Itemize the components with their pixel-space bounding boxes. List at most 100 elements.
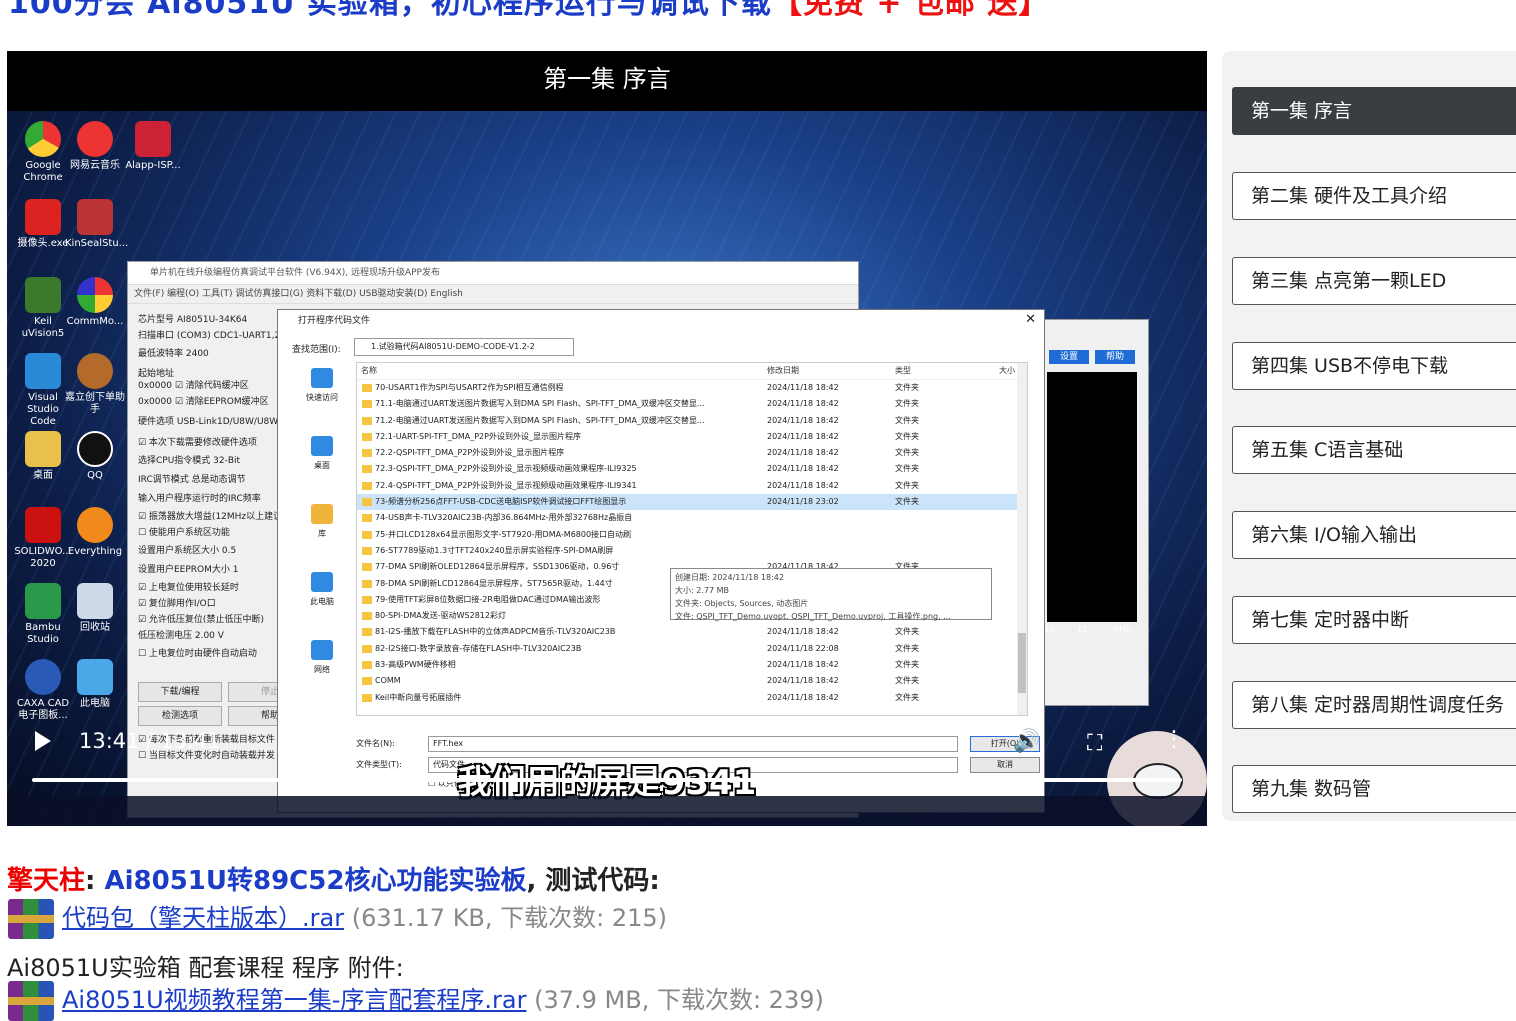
scope-help-button[interactable]: 帮助 bbox=[1095, 350, 1135, 364]
desktop-icon-label: 回收站 bbox=[80, 622, 110, 633]
file-date: 2024/11/18 18:42 bbox=[767, 480, 839, 490]
windows-taskbar bbox=[7, 796, 1207, 826]
place-this-pc[interactable]: 此电脑 bbox=[292, 572, 352, 640]
file-list: 名称 修改日期 类型 大小 70-USART1作为SPI与USART2作为SPI… bbox=[356, 362, 1028, 716]
file-row[interactable]: 73-频谱分析256点FFT-USB-CDC送电脑ISP软件调试接口FFT绘图显… bbox=[357, 494, 1027, 511]
axis-tick: 11 bbox=[1077, 625, 1088, 634]
isp-row: ☑ 允许低压复位(禁止低压中断) bbox=[138, 615, 264, 625]
file-row[interactable]: COMM 2024/11/18 18:42 文件夹 bbox=[357, 673, 1027, 689]
desktop-icon-netease-music: 网易云音乐 bbox=[65, 121, 125, 172]
file-row[interactable]: 72.3-QSPI-TFT_DMA_P2P外设到外设_显示视频级动画效果程序-I… bbox=[357, 461, 1027, 477]
board-link[interactable]: Ai8051U转89C52核心功能实验板 bbox=[104, 866, 526, 896]
file-name: 75-并口LCD128x64显示图形文字-ST7920-用DMA-M6800接口… bbox=[375, 529, 632, 539]
folder-icon bbox=[362, 400, 372, 409]
episode-item[interactable]: 第六集 I/O输入输出 bbox=[1232, 511, 1516, 559]
progress-bar[interactable] bbox=[32, 778, 1182, 782]
fullscreen-icon[interactable]: ⛶ bbox=[1087, 731, 1102, 756]
episode-item[interactable]: 第九集 数码管 bbox=[1232, 765, 1516, 813]
column-size[interactable]: 大小 bbox=[999, 363, 1015, 379]
file-row[interactable]: 74-USB声卡-TLV320AIC23B-内部36.864MHz-用外部327… bbox=[357, 510, 1027, 526]
file-name: 71.1-电脑通过UART发送图片数据写入到DMA SPI Flash、SPI-… bbox=[375, 399, 705, 409]
axis-unit: (KHz) bbox=[1111, 625, 1133, 634]
place-network[interactable]: 网络 bbox=[292, 640, 352, 708]
folder-icon bbox=[362, 546, 372, 555]
scrollbar-thumb[interactable] bbox=[1018, 633, 1026, 693]
file-row[interactable]: 72.1-UART-SPI-TFT_DMA_P2P外设到外设_显示图片程序 202… bbox=[357, 429, 1027, 445]
attachment-2-link[interactable]: Ai8051U视频教程第一集-序言配套程序.rar bbox=[62, 986, 526, 1014]
file-type: 文件夹 bbox=[895, 660, 919, 670]
volume-icon[interactable]: 🔊 bbox=[1013, 729, 1040, 754]
more-options-icon[interactable]: ⋮ bbox=[1163, 727, 1185, 752]
desktop-icon-label: Keil uVision5 bbox=[21, 316, 65, 339]
file-name: 72.4-QSPI-TFT_DMA_P2P外设到外设_显示视频级动画效果程序-I… bbox=[375, 480, 637, 490]
file-row[interactable]: 83-高级PWM硬件移相 2024/11/18 18:42 文件夹 bbox=[357, 657, 1027, 673]
file-type: 文件夹 bbox=[895, 497, 919, 507]
desktop-icon-solidworks: SOLIDWO... 2020 bbox=[13, 507, 73, 570]
episode-item[interactable]: 第二集 硬件及工具介绍 bbox=[1232, 172, 1516, 220]
settings-button[interactable]: 设置 bbox=[1049, 350, 1089, 364]
column-type[interactable]: 类型 bbox=[895, 363, 911, 379]
video-player[interactable]: 第一集 序言 Google Chrome 网易云音乐 Alapp-ISP... … bbox=[7, 51, 1207, 826]
file-list-scrollbar[interactable] bbox=[1017, 363, 1027, 715]
file-date: 2024/11/18 18:42 bbox=[767, 383, 839, 392]
check-options-button[interactable]: 检测选项 bbox=[138, 706, 222, 726]
isp-row: 最低波特率 2400 bbox=[138, 349, 209, 359]
isp-row: 低压检测电压 2.00 V bbox=[138, 631, 224, 641]
file-date: 2024/11/18 18:42 bbox=[767, 627, 839, 637]
isp-row: ☑ 上电复位使用较长延时 bbox=[138, 583, 239, 593]
desktop-icon-caxa: CAXA CAD 电子图板... bbox=[13, 659, 73, 722]
file-row[interactable]: Keil中断向量号拓展插件 2024/11/18 18:42 文件夹 bbox=[357, 690, 1027, 706]
column-date[interactable]: 修改日期 bbox=[767, 363, 799, 379]
place-desktop[interactable]: 桌面 bbox=[292, 436, 352, 504]
download-button[interactable]: 下载/编程 bbox=[138, 682, 222, 702]
desktop-icon bbox=[311, 436, 333, 456]
episode-item[interactable]: 第三集 点亮第一颗LED bbox=[1232, 257, 1516, 305]
file-name: 72.2-QSPI-TFT_DMA_P2P外设到外设_显示图片程序 bbox=[375, 448, 565, 458]
close-icon[interactable]: ✕ bbox=[1025, 312, 1036, 327]
place-libraries[interactable]: 库 bbox=[292, 504, 352, 572]
spectrum-display bbox=[1047, 372, 1137, 622]
episode-item[interactable]: 第七集 定时器中断 bbox=[1232, 596, 1516, 644]
isp-row: 硬件选项 USB-Link1D/U8W/U8W- bbox=[138, 417, 282, 427]
file-name: 83-高级PWM硬件移相 bbox=[375, 660, 456, 670]
video-frame: Google Chrome 网易云音乐 Alapp-ISP... 摄像头.exe… bbox=[7, 111, 1207, 826]
episode-item[interactable]: 第一集 序言 bbox=[1232, 87, 1516, 135]
desktop-icon-label: 此电脑 bbox=[80, 698, 110, 709]
file-type: 文件夹 bbox=[895, 643, 919, 653]
episode-item[interactable]: 第八集 定时器周期性调度任务 bbox=[1232, 681, 1516, 729]
file-row[interactable]: 81-I2S-播放下载在FLASH中的立体声ADPCM音乐-TLV320AIC2… bbox=[357, 624, 1027, 640]
file-row[interactable]: 70-USART1作为SPI与USART2作为SPI相互通信例程 2024/11/… bbox=[357, 380, 1027, 396]
place-label: 此电脑 bbox=[310, 597, 334, 606]
author-name[interactable]: 擎天柱 bbox=[7, 866, 85, 896]
file-name: 74-USB声卡-TLV320AIC23B-内部36.864MHz-用外部327… bbox=[375, 513, 633, 523]
episode-item[interactable]: 第五集 C语言基础 bbox=[1232, 426, 1516, 474]
desktop-icon-keil: Keil uVision5 bbox=[13, 277, 73, 340]
play-icon[interactable] bbox=[35, 731, 51, 751]
file-row[interactable]: 82-I2S接口-数字录放音-存储在FLASH中-TLV320AIC23B 202… bbox=[357, 641, 1027, 657]
isp-window-titlebar: 单片机在线升级编程仿真调试平台软件 (V6.94X), 远程现场升级APP发布 bbox=[128, 262, 858, 285]
attachment-1-link[interactable]: 代码包（擎天柱版本）.rar bbox=[62, 904, 344, 932]
isp-row: 设置用户系统区大小 0.5 bbox=[138, 546, 237, 556]
episode-item[interactable]: 第四集 USB不停电下载 bbox=[1232, 342, 1516, 390]
test-code-label: , 测试代码: bbox=[526, 866, 660, 896]
desktop-icon-desktop: 桌面 bbox=[13, 431, 73, 482]
file-row[interactable]: 76-ST7789驱动1.3寸TFT240x240显示屏实验程序-SPI-DMA… bbox=[357, 543, 1027, 559]
lookin-combo[interactable]: 1.试验箱代码AI8051U-DEMO-CODE-V1.2-2 bbox=[354, 338, 574, 356]
file-name: Keil中断向量号拓展插件 bbox=[375, 692, 462, 702]
file-row[interactable]: 72.2-QSPI-TFT_DMA_P2P外设到外设_显示图片程序 2024/11… bbox=[357, 445, 1027, 461]
file-row[interactable]: 72.4-QSPI-TFT_DMA_P2P外设到外设_显示视频级动画效果程序-I… bbox=[357, 478, 1027, 494]
place-quick-access[interactable]: 快速访问 bbox=[292, 368, 352, 436]
file-row[interactable]: 75-并口LCD128x64显示图形文字-ST7920-用DMA-M6800接口… bbox=[357, 527, 1027, 543]
filename-input[interactable]: FFT.hex bbox=[428, 736, 958, 752]
folder-icon bbox=[362, 416, 372, 425]
desktop-icon-label: 网易云音乐 bbox=[70, 160, 120, 171]
desktop-icon-vscode: Visual Studio Code bbox=[13, 353, 73, 428]
file-name: 72.3-QSPI-TFT_DMA_P2P外设到外设_显示视频级动画效果程序-I… bbox=[375, 464, 637, 474]
file-row[interactable]: 71.1-电脑通过UART发送图片数据写入到DMA SPI Flash、SPI-… bbox=[357, 396, 1027, 412]
file-name: 72.1-UART-SPI-TFT_DMA_P2P外设到外设_显示图片程序 bbox=[375, 431, 581, 441]
folder-icon bbox=[362, 514, 372, 523]
column-name[interactable]: 名称 bbox=[361, 363, 377, 379]
heading-part-2: 初心程序运行与调试下载 bbox=[430, 0, 772, 21]
file-type: 文件夹 bbox=[895, 415, 919, 425]
file-row[interactable]: 71.2-电脑通过UART发送图片数据写入到DMA SPI Flash、SPI-… bbox=[357, 413, 1027, 429]
